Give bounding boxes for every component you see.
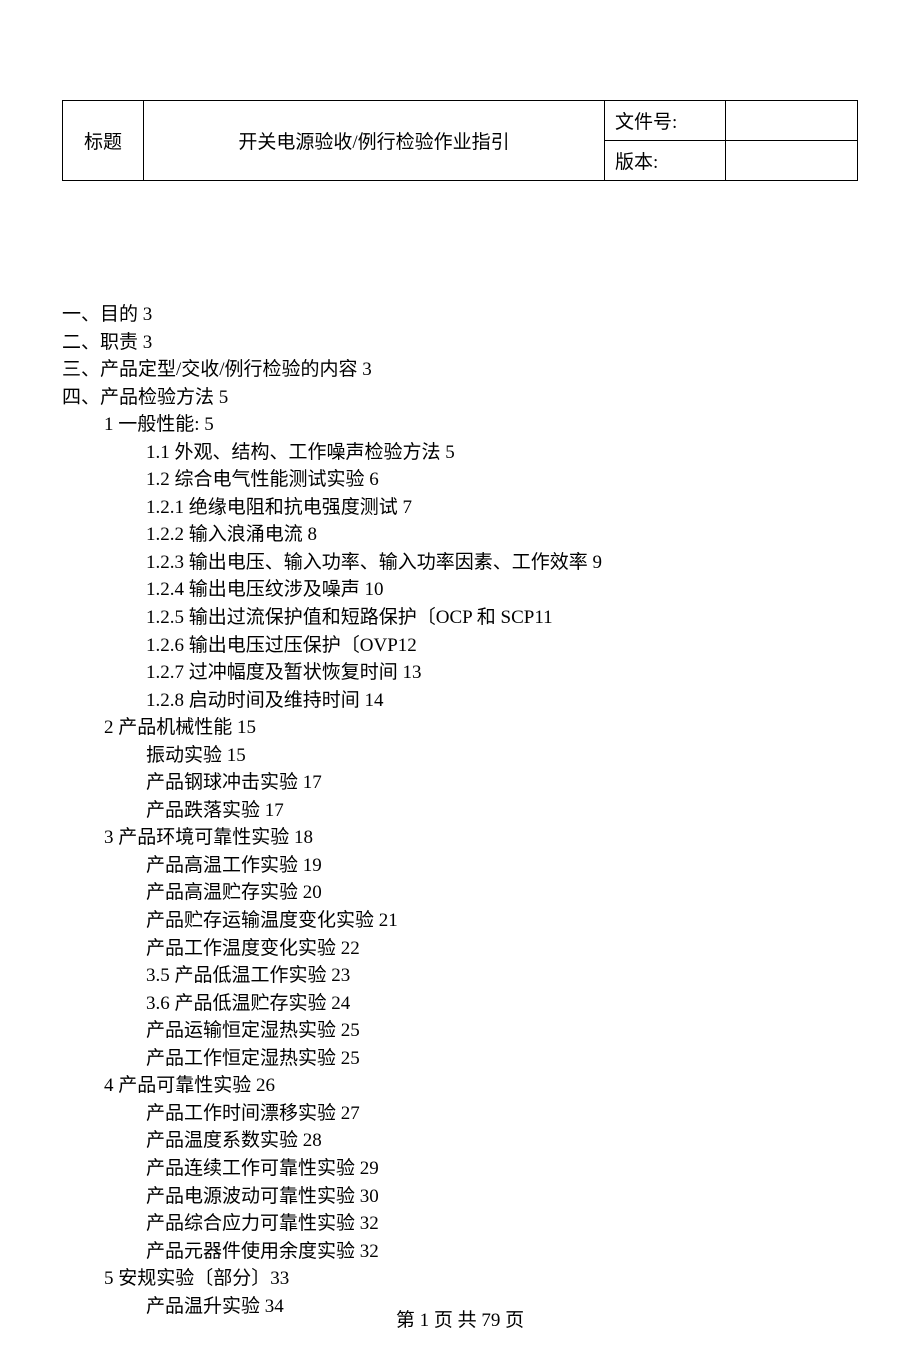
toc-item-text: 1 一般性能: 5 [104,414,214,435]
table-of-contents: 一、目的 3 二、职责 3 三、产品定型/交收/例行检验的内容 3 四、产品检验方法 … [62,301,858,1320]
toc-item-text: 产品钢球冲击实验 17 [146,772,322,793]
doc-no-value-cell [726,101,858,141]
toc-item-text: 1.2.1 绝缘电阻和抗电强度测试 7 [146,497,412,518]
toc-item: 1.2.6 输出电压过压保护〔OVP12 [146,632,858,660]
toc-item-text: 产品高温贮存实验 20 [146,882,322,903]
toc-item: 产品工作温度变化实验 22 [146,935,858,963]
toc-item: 1 一般性能: 5 [104,411,858,439]
toc-item: 产品工作恒定湿热实验 25 [146,1045,858,1073]
version-label: 版本: [615,152,658,173]
doc-no-label: 文件号: [615,112,677,133]
toc-item-text: 振动实验 15 [146,745,246,766]
toc-item: 产品贮存运输温度变化实验 21 [146,907,858,935]
toc-item-text: 5 安规实验〔部分〕33 [104,1268,289,1289]
toc-item: 产品钢球冲击实验 17 [146,769,858,797]
toc-item-text: 产品高温工作实验 19 [146,855,322,876]
page-footer: 第 1 页 共 79 页 [0,1305,920,1332]
title-label: 标题 [84,132,122,153]
toc-item: 产品连续工作可靠性实验 29 [146,1155,858,1183]
toc-item: 产品温度系数实验 28 [146,1127,858,1155]
toc-item: 3 产品环境可靠性实验 18 [104,824,858,852]
toc-item: 2 产品机械性能 15 [104,714,858,742]
toc-item: 1.2.2 输入浪涌电流 8 [146,521,858,549]
toc-item: 产品高温贮存实验 20 [146,879,858,907]
doc-no-label-cell: 文件号: [605,101,726,141]
page-number: 第 1 页 共 79 页 [396,1310,524,1331]
toc-item: 三、产品定型/交收/例行检验的内容 3 [62,356,858,384]
version-label-cell: 版本: [605,141,726,181]
toc-item: 5 安规实验〔部分〕33 [104,1265,858,1293]
toc-item: 产品高温工作实验 19 [146,852,858,880]
toc-item: 1.2.4 输出电压纹涉及噪声 10 [146,576,858,604]
toc-item: 二、职责 3 [62,329,858,357]
toc-item-text: 3.6 产品低温贮存实验 24 [146,993,350,1014]
toc-item: 1.2.8 启动时间及维持时间 14 [146,687,858,715]
toc-item-text: 4 产品可靠性实验 26 [104,1075,275,1096]
toc-item-text: 1.2.5 输出过流保护值和短路保护〔OCP 和 SCP11 [146,607,553,628]
toc-item-text: 产品元器件使用余度实验 32 [146,1241,379,1262]
toc-item: 1.1 外观、结构、工作噪声检验方法 5 [146,439,858,467]
toc-item-text: 产品温度系数实验 28 [146,1130,322,1151]
toc-item-text: 产品贮存运输温度变化实验 21 [146,910,398,931]
toc-item: 产品综合应力可靠性实验 32 [146,1210,858,1238]
toc-item-text: 产品跌落实验 17 [146,800,284,821]
toc-item-text: 2 产品机械性能 15 [104,717,256,738]
document-page: 标题 开关电源验收/例行检验作业指引 文件号: 版本: 一、目的 3 二、职责 3… [0,0,920,1360]
toc-item: 1.2.3 输出电压、输入功率、输入功率因素、工作效率 9 [146,549,858,577]
version-value-cell [726,141,858,181]
toc-item-text: 产品综合应力可靠性实验 32 [146,1213,379,1234]
toc-item: 产品电源波动可靠性实验 30 [146,1183,858,1211]
toc-item-text: 1.2.4 输出电压纹涉及噪声 10 [146,579,384,600]
toc-item: 3.5 产品低温工作实验 23 [146,962,858,990]
toc-item: 振动实验 15 [146,742,858,770]
toc-item: 1.2 综合电气性能测试实验 6 [146,466,858,494]
toc-item-text: 1.2.6 输出电压过压保护〔OVP12 [146,635,417,656]
toc-item-text: 一、目的 3 [62,304,152,325]
toc-item: 产品跌落实验 17 [146,797,858,825]
toc-item-text: 二、职责 3 [62,332,152,353]
toc-item-text: 1.2.3 输出电压、输入功率、输入功率因素、工作效率 9 [146,552,602,573]
toc-item: 四、产品检验方法 5 [62,384,858,412]
toc-item-text: 产品工作恒定湿热实验 25 [146,1048,360,1069]
toc-item-text: 产品工作温度变化实验 22 [146,938,360,959]
toc-item: 产品运输恒定湿热实验 25 [146,1017,858,1045]
doc-title: 开关电源验收/例行检验作业指引 [238,132,509,153]
toc-item-text: 1.2 综合电气性能测试实验 6 [146,469,379,490]
toc-item-text: 1.1 外观、结构、工作噪声检验方法 5 [146,442,455,463]
title-label-cell: 标题 [63,101,144,181]
toc-item-text: 四、产品检验方法 5 [62,387,228,408]
toc-item-text: 产品电源波动可靠性实验 30 [146,1186,379,1207]
toc-item-text: 1.2.7 过冲幅度及暂状恢复时间 13 [146,662,422,683]
toc-item: 3.6 产品低温贮存实验 24 [146,990,858,1018]
toc-item-text: 1.2.2 输入浪涌电流 8 [146,524,317,545]
toc-item-text: 产品运输恒定湿热实验 25 [146,1020,360,1041]
toc-item: 产品工作时间漂移实验 27 [146,1100,858,1128]
toc-item-text: 三、产品定型/交收/例行检验的内容 3 [62,359,372,380]
toc-item-text: 3 产品环境可靠性实验 18 [104,827,313,848]
header-table: 标题 开关电源验收/例行检验作业指引 文件号: 版本: [62,100,858,181]
toc-item-text: 产品连续工作可靠性实验 29 [146,1158,379,1179]
toc-item: 4 产品可靠性实验 26 [104,1072,858,1100]
toc-item: 1.2.5 输出过流保护值和短路保护〔OCP 和 SCP11 [146,604,858,632]
doc-title-cell: 开关电源验收/例行检验作业指引 [144,101,605,181]
toc-item: 一、目的 3 [62,301,858,329]
toc-item-text: 3.5 产品低温工作实验 23 [146,965,350,986]
toc-item: 1.2.7 过冲幅度及暂状恢复时间 13 [146,659,858,687]
toc-item: 产品元器件使用余度实验 32 [146,1238,858,1266]
toc-item-text: 产品工作时间漂移实验 27 [146,1103,360,1124]
toc-item: 1.2.1 绝缘电阻和抗电强度测试 7 [146,494,858,522]
toc-item-text: 1.2.8 启动时间及维持时间 14 [146,690,384,711]
